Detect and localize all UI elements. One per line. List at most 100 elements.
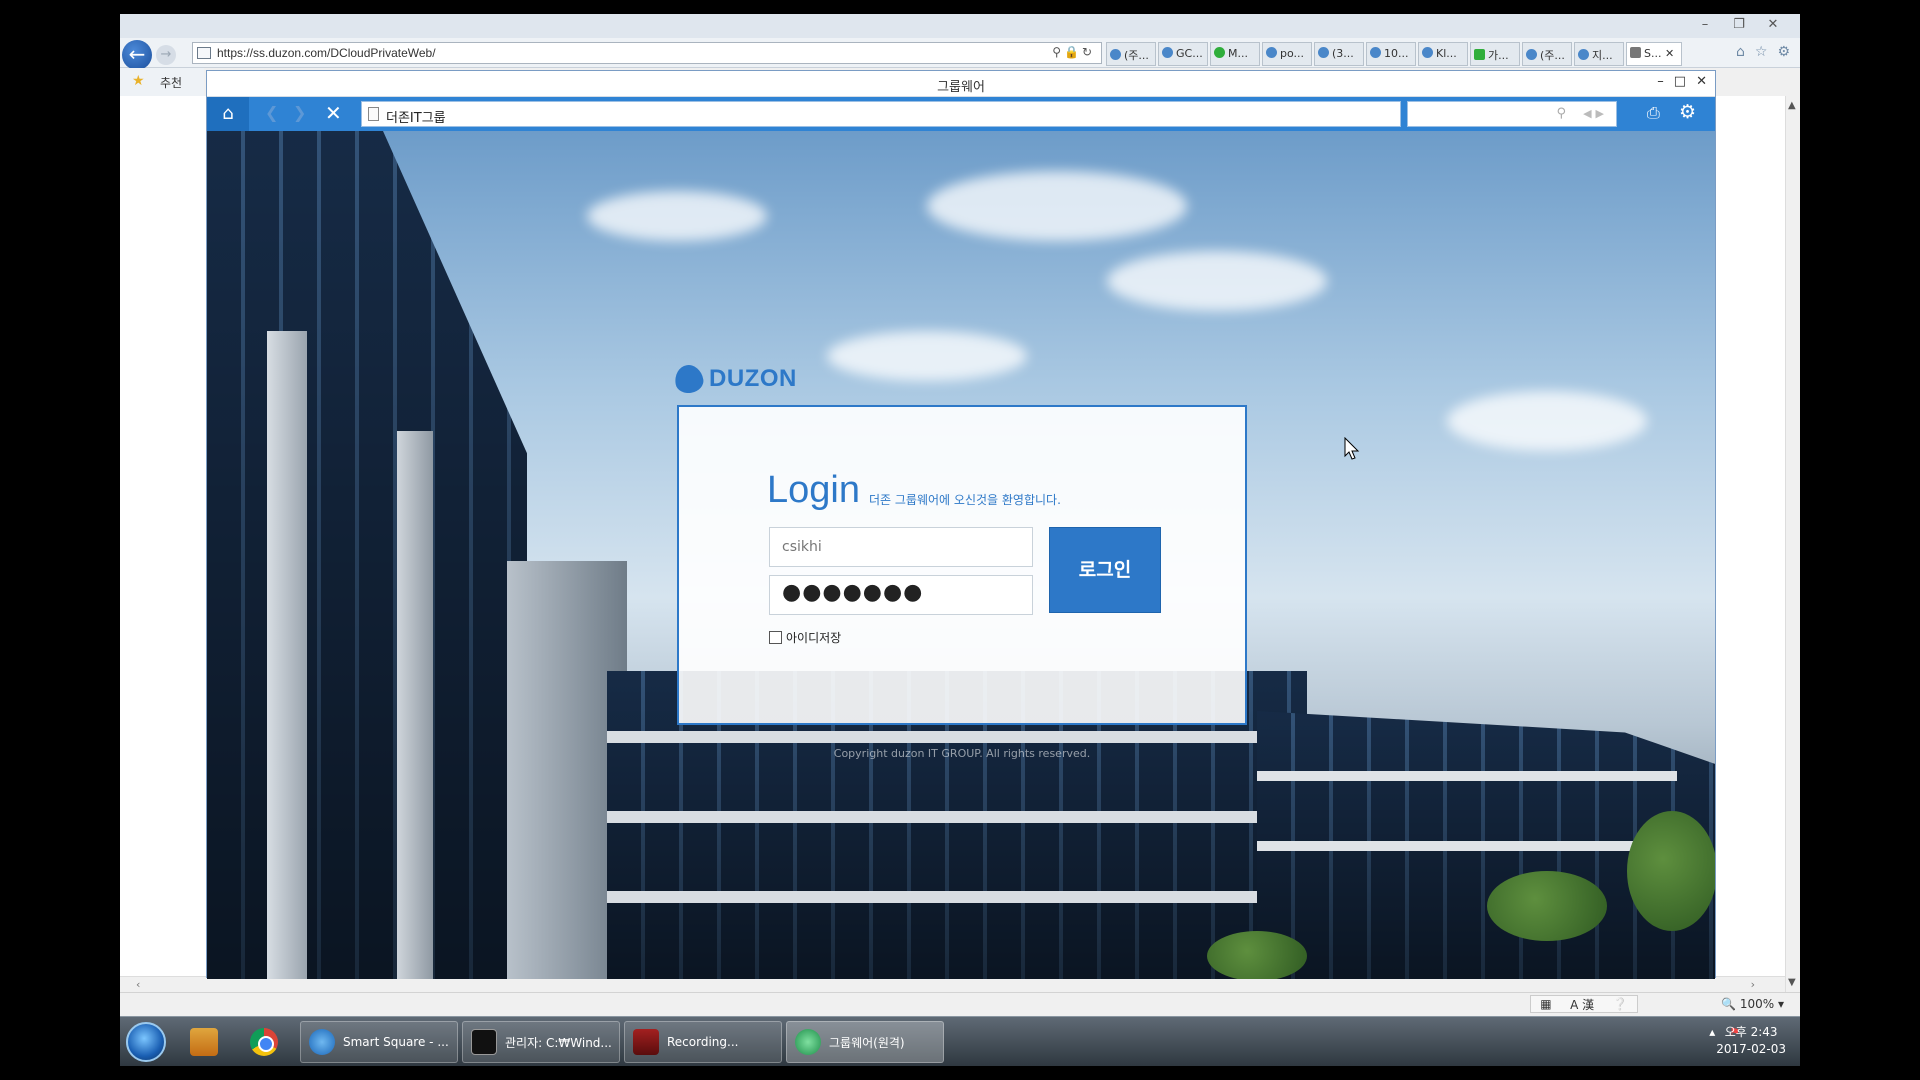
user-id-field[interactable]: csikhi <box>769 527 1033 567</box>
minimize-icon[interactable]: – <box>1690 16 1720 34</box>
media-player-icon[interactable] <box>190 1028 218 1056</box>
browser-tab[interactable]: 가... <box>1470 42 1520 66</box>
remember-id-label: 아이디저장 <box>786 631 842 645</box>
browser-titlebar: – ❐ ✕ <box>120 14 1800 38</box>
search-icon[interactable]: ⚲ <box>1556 106 1566 121</box>
zoom-control[interactable]: 🔍 100% ▾ <box>1721 997 1784 1011</box>
browser-tab[interactable]: (3... <box>1314 42 1364 66</box>
browser-tab-active[interactable]: S... ✕ <box>1626 42 1682 66</box>
tray-expand-icon[interactable]: ▴ <box>1709 1025 1715 1039</box>
browser-tab[interactable]: GC... <box>1158 42 1208 66</box>
back-arrow-icon[interactable]: ❮ <box>265 103 278 122</box>
taskbar-item[interactable]: 관리자: C:₩Wind... <box>462 1021 620 1063</box>
login-title: Login <box>767 469 860 511</box>
search-icon[interactable]: ⚲ <box>1052 45 1064 59</box>
browser-tab[interactable]: po... <box>1262 42 1312 66</box>
maximize-icon[interactable]: □ <box>1674 74 1686 89</box>
suggested-sites-link[interactable]: 추천 <box>160 74 182 91</box>
browser-tab[interactable]: Kl... <box>1418 42 1468 66</box>
help-icon[interactable]: ❔ <box>1613 997 1628 1011</box>
favorites-bar: ★ 추천 <box>120 68 204 96</box>
ime-mode[interactable]: A 漢 <box>1570 996 1594 1013</box>
stop-icon[interactable]: ✕ <box>325 101 342 125</box>
close-icon[interactable]: ✕ <box>1696 74 1707 89</box>
tab-favicon-icon <box>1266 47 1277 58</box>
remember-id-checkbox[interactable] <box>769 631 782 644</box>
refresh-icon[interactable]: ↻ <box>1082 45 1095 59</box>
browser-tab[interactable]: 지... <box>1574 42 1624 66</box>
lock-icon[interactable]: 🔒 <box>1064 45 1082 59</box>
tab-favicon-icon <box>1110 49 1121 60</box>
tab-favicon-icon <box>1162 47 1173 58</box>
tab-favicon-icon <box>1630 47 1641 58</box>
groupware-window-controls: – □ ✕ <box>1657 74 1707 89</box>
groupware-title: 그룹웨어 <box>937 80 985 95</box>
scroll-down-icon[interactable]: ▼ <box>1788 977 1796 988</box>
scroll-right-icon[interactable]: › <box>1751 978 1755 991</box>
tab-close-icon[interactable]: ✕ <box>1665 47 1674 60</box>
browser-tab[interactable]: M... <box>1210 42 1260 66</box>
cloud <box>827 331 1027 381</box>
home-icon[interactable]: ⌂ <box>207 97 249 131</box>
scroll-left-icon[interactable]: ‹ <box>136 978 140 991</box>
ime-icon[interactable]: ▦ <box>1540 997 1551 1011</box>
browser-right-icons: ⌂ ☆ ⚙ <box>1736 44 1790 60</box>
address-url[interactable]: https://ss.duzon.com/DCloudPrivateWeb/ <box>217 46 436 60</box>
ime-toolbar[interactable]: ▦ A 漢 ❔ <box>1530 995 1638 1013</box>
chevron-down-icon[interactable]: ▾ <box>1778 997 1784 1011</box>
home-icon[interactable]: ⌂ <box>1736 44 1745 60</box>
remote-app-icon <box>795 1029 821 1055</box>
forward-arrow-icon[interactable]: → <box>156 45 176 65</box>
start-button[interactable] <box>126 1022 166 1062</box>
browser-status-bar: ▦ A 漢 ❔ 🔍 100% ▾ <box>120 992 1800 1016</box>
logo-text: DUZON <box>709 365 797 392</box>
document-icon <box>368 107 379 121</box>
scroll-up-icon[interactable]: ▲ <box>1788 100 1796 111</box>
address-bar[interactable]: https://ss.duzon.com/DCloudPrivateWeb/ ⚲… <box>192 42 1102 64</box>
cloud <box>587 191 767 241</box>
duzon-logo: DUZON <box>672 361 797 397</box>
clock[interactable]: 오후 2:43 2017-02-03 <box>1716 1024 1786 1058</box>
minimize-icon[interactable]: – <box>1657 74 1664 89</box>
tab-favicon-icon <box>1370 47 1381 58</box>
groupware-address-bar[interactable]: 더존IT그룹 <box>361 101 1401 127</box>
building-column <box>397 431 433 979</box>
restore-icon[interactable]: ❐ <box>1724 16 1754 34</box>
groupware-search-input[interactable]: ⚲ ◀▶ <box>1407 101 1617 127</box>
close-icon[interactable]: ✕ <box>1758 16 1788 34</box>
taskbar-item[interactable]: Recording... <box>624 1021 782 1063</box>
settings-gear-icon[interactable]: ⚙ <box>1777 44 1790 60</box>
address-tools: ⚲🔒↻ <box>1052 45 1095 59</box>
tab-favicon-icon <box>1578 49 1589 60</box>
tab-favicon-icon <box>1474 49 1485 60</box>
recorder-icon <box>633 1029 659 1055</box>
browser-tab[interactable]: (주... <box>1106 42 1156 66</box>
ie-icon <box>309 1029 335 1055</box>
gear-icon[interactable]: ⚙ <box>1679 101 1696 123</box>
clock-date: 2017-02-03 <box>1716 1042 1786 1056</box>
taskbar: Smart Square - ... 관리자: C:₩Wind... Recor… <box>120 1016 1800 1066</box>
browser-address-row: ← → https://ss.duzon.com/DCloudPrivateWe… <box>120 38 1800 70</box>
taskbar-item-active[interactable]: 그룹웨어(원격) <box>786 1021 944 1063</box>
favorites-star-icon[interactable]: ☆ <box>1755 44 1768 60</box>
tree <box>1207 931 1307 979</box>
login-panel: Login 더존 그룹웨어에 오신것을 환영합니다. csikhi ●●●●●●… <box>677 405 1247 725</box>
print-icon[interactable]: ⎙ <box>1647 103 1660 123</box>
cloud <box>1447 391 1647 451</box>
back-arrow-icon[interactable]: ← <box>122 40 152 70</box>
chrome-icon[interactable] <box>250 1028 278 1056</box>
remember-id[interactable]: 아이디저장 <box>769 629 841 646</box>
user-id-value: csikhi <box>782 539 822 555</box>
vertical-scrollbar[interactable]: ▲ ▼ <box>1785 96 1800 992</box>
zoom-level[interactable]: 100% <box>1740 997 1774 1011</box>
password-field[interactable]: ●●●●●●● <box>769 575 1033 615</box>
building-floor-band <box>1257 841 1677 851</box>
taskbar-item[interactable]: Smart Square - ... <box>300 1021 458 1063</box>
search-nav-arrows-icon[interactable]: ◀▶ <box>1583 107 1608 120</box>
building-floor-band <box>607 731 1307 743</box>
browser-tab[interactable]: (주... <box>1522 42 1572 66</box>
browser-tab[interactable]: 10... <box>1366 42 1416 66</box>
forward-arrow-icon[interactable]: ❯ <box>293 103 306 122</box>
login-button[interactable]: 로그인 <box>1049 527 1161 613</box>
add-favorite-star-icon[interactable]: ★ <box>132 73 145 89</box>
